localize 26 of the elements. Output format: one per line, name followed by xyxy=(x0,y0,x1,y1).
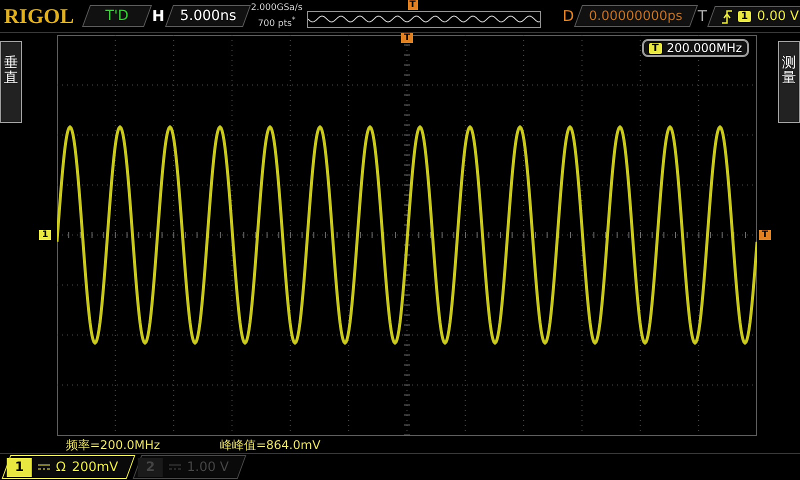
counter-value: 200.000MHz xyxy=(666,41,742,55)
trigger-label: T xyxy=(698,7,707,25)
measure-tab[interactable]: 测量 xyxy=(778,41,800,123)
run-status[interactable]: T'D xyxy=(82,5,152,27)
dc-coupling-icon xyxy=(169,463,182,471)
channel-offset-marker: 1 xyxy=(39,230,52,240)
horizontal-label: H xyxy=(152,7,165,25)
counter-badge: T xyxy=(648,42,662,54)
dc-coupling-icon xyxy=(38,463,50,471)
brand-logo: RIGOL xyxy=(4,4,74,28)
trigger-source: 1 xyxy=(738,10,751,22)
trigger-field[interactable]: 1 0.00 V xyxy=(707,6,800,26)
delay-field[interactable]: 0.00000000ps xyxy=(574,5,698,27)
measurement-readout: 频率=200.0MHz xyxy=(66,437,160,453)
measurement-readout: 峰峰值=864.0mV xyxy=(220,437,320,453)
sample-rate: 2.000GSa/s xyxy=(250,2,303,14)
trigger-level: 0.00 V xyxy=(756,8,799,24)
delay-label: D xyxy=(562,7,574,25)
channel-button[interactable]: 1 Ω 200mV xyxy=(2,455,136,479)
trigger-level-marker: T xyxy=(758,230,771,240)
trigger-position-marker: T xyxy=(401,33,414,43)
trigger-position-marker: T xyxy=(408,0,418,10)
rising-edge-icon xyxy=(722,9,732,23)
timebase-field[interactable]: 5.000ns xyxy=(164,5,251,27)
memory-depth: 700 pts$^{*}$ xyxy=(256,14,297,30)
vertical-tab[interactable]: 垂直 xyxy=(0,41,22,123)
